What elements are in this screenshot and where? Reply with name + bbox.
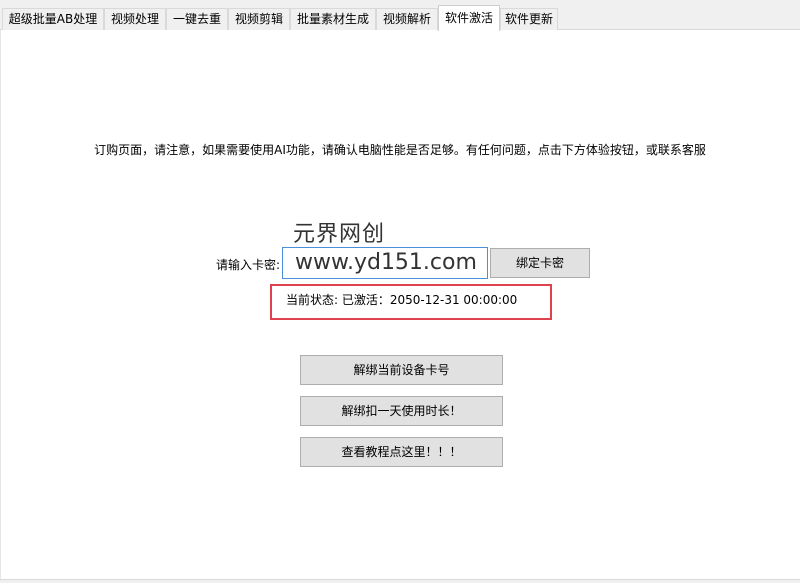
card-key-input[interactable]: www.yd151.com (282, 247, 488, 279)
tab-video-parse[interactable]: 视频解析 (376, 8, 438, 30)
app-window: 超级批量AB处理 视频处理 一键去重 视频剪辑 批量素材生成 视频解析 软件激活… (0, 0, 800, 583)
tab-activation[interactable]: 软件激活 (438, 5, 500, 31)
tab-bar: 超级批量AB处理 视频处理 一键去重 视频剪辑 批量素材生成 视频解析 软件激活… (0, 0, 800, 31)
tab-batch-ab[interactable]: 超级批量AB处理 (2, 8, 104, 30)
activation-status: 当前状态: 已激活：2050-12-31 00:00:00 (286, 293, 518, 307)
unbind-deduct-day-button[interactable]: 解绑扣一天使用时长！ (300, 396, 503, 426)
bind-key-button[interactable]: 绑定卡密 (490, 248, 590, 278)
unbind-device-button[interactable]: 解绑当前设备卡号 (300, 355, 503, 385)
card-key-label: 请输入卡密: (215, 258, 280, 272)
order-notice: 订购页面，请注意，如果需要使用AI功能，请确认电脑性能是否足够。有任何问题，点击… (94, 143, 706, 157)
tab-update[interactable]: 软件更新 (500, 8, 558, 30)
bottom-border (0, 579, 800, 583)
tab-video-edit[interactable]: 视频剪辑 (228, 8, 290, 30)
watermark-title: 元界网创 (293, 222, 386, 247)
tab-batch-material[interactable]: 批量素材生成 (290, 8, 376, 30)
tab-dedupe[interactable]: 一键去重 (166, 8, 228, 30)
tab-video-process[interactable]: 视频处理 (104, 8, 166, 30)
view-tutorial-button[interactable]: 查看教程点这里！！！ (300, 437, 503, 467)
